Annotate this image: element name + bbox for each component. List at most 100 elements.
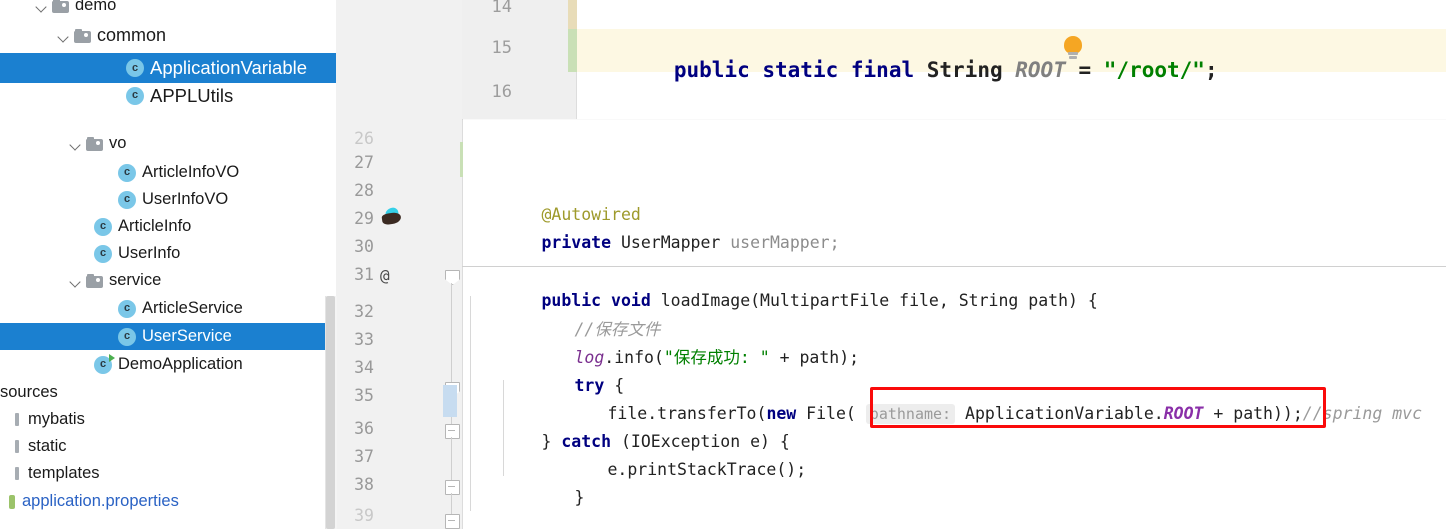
- line-number: 35: [354, 386, 374, 405]
- fold-marker[interactable]: [445, 480, 460, 495]
- chevron-down-icon[interactable]: [68, 273, 84, 289]
- tree-item-label: UserInfoVO: [142, 190, 229, 208]
- code-line-29[interactable]: private UserMapper userMapper;: [462, 218, 839, 268]
- tree-item-label: static: [28, 437, 67, 455]
- line-number: 36: [354, 419, 374, 438]
- indent-guide: [503, 436, 504, 476]
- java-class-icon: c: [94, 244, 112, 263]
- fold-marker[interactable]: [445, 514, 460, 529]
- vcs-change-marker[interactable]: [568, 0, 577, 29]
- overlay-gutter[interactable]: 14 15 16: [462, 0, 577, 119]
- project-tree-panel[interactable]: demo common c ApplicationVariable c APPL…: [0, 0, 336, 529]
- tree-item-userservice[interactable]: c UserService: [0, 323, 336, 350]
- java-class-icon: c: [118, 190, 136, 209]
- line-number: 14: [491, 0, 512, 17]
- folder-icon: [86, 273, 103, 288]
- tree-item-label: mybatis: [28, 410, 85, 428]
- tree-item-application-properties[interactable]: application.properties: [0, 488, 336, 515]
- line-number: 33: [354, 330, 374, 349]
- tree-item-label: common: [97, 25, 167, 45]
- tree-item-articleservice[interactable]: c ArticleService: [0, 295, 336, 322]
- tree-item-resources[interactable]: sources: [0, 379, 336, 406]
- parameter-hint: pathname:: [865, 403, 956, 424]
- tree-item-label: ArticleService: [142, 299, 243, 317]
- tree-item-demoapplication[interactable]: c DemoApplication: [0, 351, 336, 378]
- line-number: 16: [491, 82, 512, 102]
- project-tree-scrollbar-thumb[interactable]: [326, 296, 335, 529]
- tree-item-apputils-clip[interactable]: c APPLUtils: [0, 86, 336, 114]
- type-token: UserMapper: [620, 232, 721, 252]
- assign-operator: =: [1065, 58, 1104, 82]
- fold-region-line: [451, 493, 453, 514]
- properties-file-icon: [8, 494, 17, 510]
- java-class-icon: c: [118, 163, 136, 182]
- line-number: 31: [354, 265, 374, 284]
- tree-item-templates[interactable]: templates: [0, 460, 336, 487]
- tree-item-apputils[interactable]: c APPLUtils: [0, 86, 336, 109]
- tree-item-mybatis[interactable]: mybatis: [0, 406, 336, 433]
- line-number: 27: [354, 153, 374, 172]
- tree-item-label: ArticleInfoVO: [142, 163, 240, 181]
- at-annotation-icon[interactable]: @: [380, 266, 390, 285]
- overlay-code-preview[interactable]: 14 15 16 public static final String ROOT…: [462, 0, 1446, 119]
- tree-item-vo[interactable]: vo: [0, 130, 336, 157]
- fold-marker-expanded[interactable]: [445, 270, 460, 285]
- line-number: 26: [354, 129, 374, 148]
- tree-item-label: templates: [28, 464, 100, 482]
- tree-item-userinfo[interactable]: c UserInfo: [0, 240, 336, 267]
- code-line-39[interactable]: }: [462, 512, 551, 529]
- tree-item-label: application.properties: [22, 492, 179, 510]
- chevron-down-icon[interactable]: [34, 0, 50, 14]
- java-class-icon: c: [126, 59, 144, 77]
- tree-item-label: ApplicationVariable: [150, 57, 308, 78]
- semicolon-token: ;: [1204, 58, 1218, 82]
- method-signature: loadImage(MultipartFile file, String pat…: [660, 290, 1098, 310]
- static-constant-token: ROOT: [1015, 58, 1066, 82]
- print-stack-call: e.printStackTrace();: [607, 459, 807, 479]
- overlay-code-line[interactable]: public static final String ROOT = "/root…: [598, 34, 1218, 106]
- transfer-call-suffix: + path));: [1203, 403, 1303, 423]
- chevron-down-icon[interactable]: [68, 136, 84, 152]
- vcs-change-marker[interactable]: [568, 29, 577, 72]
- tree-item-label: sources: [0, 383, 58, 401]
- ide-screenshot: demo common c ApplicationVariable c APPL…: [0, 0, 1446, 529]
- java-class-icon: c: [94, 217, 112, 236]
- line-number: 34: [354, 358, 374, 377]
- spring-bean-icon[interactable]: [380, 206, 404, 228]
- brace-token: }: [574, 487, 585, 507]
- qualified-class: ApplicationVariable.: [955, 403, 1164, 423]
- tree-item-static[interactable]: static: [0, 433, 336, 460]
- tree-item-label: service: [109, 271, 162, 289]
- tree-item-userinfovo[interactable]: c UserInfoVO: [0, 186, 336, 213]
- tree-item-applicationvariable[interactable]: c ApplicationVariable: [0, 53, 336, 83]
- editor-gutter[interactable]: 26 27 28 29 30 31 32 33 34 35 36 37 38 3…: [336, 0, 463, 529]
- tree-item-label: ArticleInfo: [118, 217, 192, 235]
- chevron-down-icon[interactable]: [56, 28, 72, 44]
- tree-item-label: UserService: [142, 327, 232, 345]
- java-class-icon: c: [126, 86, 144, 105]
- keyword-token: public: [673, 58, 763, 82]
- folder-icon: [86, 136, 103, 151]
- tree-item-demo[interactable]: demo: [0, 0, 336, 19]
- resource-bar-icon: [14, 412, 21, 427]
- tree-item-articleinfovo[interactable]: c ArticleInfoVO: [0, 159, 336, 186]
- keyword-token: static: [762, 58, 851, 82]
- folder-icon: [74, 28, 91, 43]
- tree-item-common[interactable]: common: [0, 22, 336, 49]
- fold-marker[interactable]: [445, 424, 460, 439]
- file-constructor: File(: [796, 403, 866, 423]
- trailing-comment-token: //spring mvc: [1302, 403, 1423, 423]
- line-number: 29: [354, 209, 374, 228]
- fold-region-line: [451, 437, 453, 480]
- static-constant-token: ROOT: [1163, 403, 1204, 423]
- tree-item-service[interactable]: service: [0, 267, 336, 294]
- tree-item-articleinfo[interactable]: c ArticleInfo: [0, 213, 336, 240]
- line-number: 32: [354, 302, 374, 321]
- tree-item-label: UserInfo: [118, 244, 181, 262]
- type-token: String: [926, 58, 1016, 82]
- tree-item-label: APPLUtils: [150, 86, 234, 106]
- tree-item-label: demo: [75, 0, 117, 14]
- indent-guide: [470, 296, 471, 511]
- line-number: 39: [354, 506, 374, 525]
- indent-guide: [503, 380, 504, 442]
